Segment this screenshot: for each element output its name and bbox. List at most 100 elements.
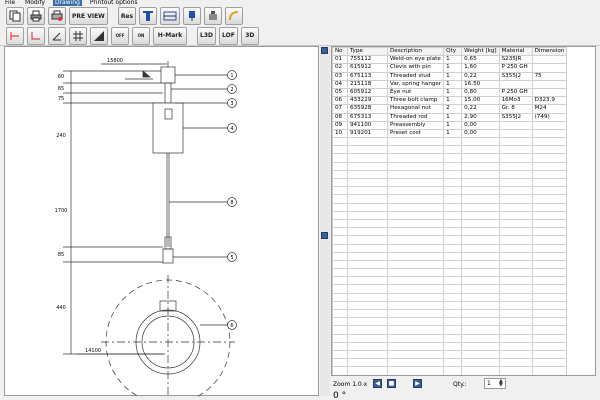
panel-splitter[interactable] [320, 46, 330, 396]
table-row[interactable]: 02 615912 Clevis with pin 1 1,60 P 250 GH [332, 63, 568, 73]
dimension-button[interactable] [160, 7, 181, 25]
empty-cell [443, 251, 463, 261]
col-weight[interactable]: Weight [kg] [461, 47, 500, 57]
table-cell: Hexagonal nut [386, 104, 445, 114]
draw-bend-button[interactable] [27, 26, 45, 45]
table-cell: 1 [443, 79, 463, 89]
qty-spinner[interactable]: ▲ ▼ [499, 379, 505, 388]
empty-cell [332, 169, 348, 180]
table-row[interactable]: 03 675113 Threaded stud 1 0,22 S355J2 75 [332, 71, 568, 81]
dim-text-6: 85 [58, 252, 64, 258]
table-cell: S355J2 [498, 71, 533, 81]
empty-cell [498, 308, 533, 319]
empty-cell [332, 276, 348, 286]
zoom-prev-button[interactable]: ◀ [373, 379, 382, 388]
3d-button[interactable]: 3D [240, 26, 259, 45]
empty-table-row [332, 218, 568, 229]
zoom-next-button[interactable]: ▶ [413, 379, 422, 388]
empty-cell [386, 341, 445, 351]
collapse-right-button[interactable] [321, 232, 328, 239]
draw-angle-button[interactable] [48, 26, 66, 45]
drawing-canvas[interactable]: 15800 60 65 75 240 1700 85 440 14100 1 2… [4, 46, 319, 400]
empty-cell [498, 300, 533, 311]
table-cell [531, 120, 568, 130]
empty-cell [498, 333, 533, 343]
empty-cell [347, 169, 388, 180]
table-row[interactable]: 05 605912 Eye nut 1 0,80 P 250 GH [332, 87, 568, 98]
table-row[interactable]: 10 919201 Preset cost 1 0,00 [332, 128, 568, 139]
copy-button[interactable] [6, 7, 24, 25]
print-button[interactable] [27, 7, 45, 25]
print-settings-button[interactable] [48, 7, 66, 25]
table-row[interactable]: 07 635928 Hexagonal nut 2 0,22 Gr. 8 M24 [332, 104, 568, 114]
col-dimension[interactable]: Dimension [531, 47, 568, 57]
collapse-left-button[interactable] [321, 47, 328, 54]
empty-cell [461, 251, 500, 261]
empty-cell [531, 194, 568, 204]
empty-table-row [332, 358, 568, 368]
angle-icon [52, 32, 61, 40]
empty-cell [461, 227, 500, 237]
table-cell: 16Mo3 [498, 96, 533, 106]
col-material[interactable]: Material [498, 47, 533, 57]
empty-cell [531, 218, 568, 229]
l3d-button[interactable]: L3D [197, 26, 216, 45]
empty-cell [443, 268, 463, 278]
empty-cell [498, 137, 533, 147]
preview-button[interactable]: PRE VIEW [69, 7, 108, 25]
hanger-drawing: 15800 60 65 75 240 1700 85 440 14100 1 2… [55, 58, 237, 400]
col-description[interactable]: Description [386, 47, 445, 57]
empty-cell [531, 284, 568, 294]
empty-cell [498, 284, 533, 294]
table-cell: 2,90 [461, 112, 500, 122]
printer-settings-icon [51, 10, 63, 21]
table-row[interactable]: 06 433229 Three bolt clamp 1 15,00 16Mo3 D323,… [332, 96, 568, 106]
table-row[interactable]: 01 755112 Weld-on eye plate 1 0,65 S235JR [332, 55, 568, 65]
dim-text-5: 1700 [55, 208, 68, 214]
table-header-row: No Type Description Qty Weight [kg] Mate… [332, 47, 568, 57]
empty-table-row [332, 259, 568, 270]
empty-cell [443, 366, 463, 375]
empty-cell [461, 276, 500, 286]
dimension-off-button[interactable]: OFF [111, 26, 129, 45]
table-row[interactable]: 08 675313 Threaded rod 1 2,90 S355J2 (749) [332, 112, 568, 122]
assembly-button[interactable] [204, 7, 223, 25]
balloon-2: 2 [230, 87, 233, 93]
col-no[interactable]: No [332, 47, 348, 57]
grid-button[interactable] [69, 26, 87, 45]
empty-cell [498, 235, 533, 245]
table-cell: S235JR [498, 55, 533, 65]
lof-button[interactable]: LOF [218, 26, 238, 45]
empty-cell [443, 235, 463, 245]
table-cell: 1 [443, 71, 463, 81]
table-cell: Var. spring hanger [386, 79, 445, 89]
results-button[interactable]: Res [117, 7, 137, 25]
table-row[interactable]: 04 215118 Var. spring hanger 1 16,50 [332, 79, 568, 89]
draw-line-button[interactable] [6, 26, 24, 45]
table-body: 01 755112 Weld-on eye plate 1 0,65 S235JR 02 61… [332, 55, 568, 375]
empty-cell [347, 227, 388, 237]
table-cell [498, 120, 533, 130]
col-type[interactable]: Type [347, 47, 388, 57]
empty-cell [332, 308, 348, 319]
table-cell: 615912 [347, 63, 388, 73]
dimension-on-button[interactable]: ON [132, 26, 150, 45]
empty-cell [443, 259, 463, 270]
table-cell: Preset cost [386, 128, 445, 139]
zoom-reset-button[interactable]: ■ [387, 379, 396, 388]
hanger-icon [189, 11, 196, 21]
help-button[interactable] [225, 7, 244, 25]
empty-cell [498, 177, 533, 188]
empty-cell [332, 145, 348, 155]
table-cell [531, 63, 568, 73]
col-qty[interactable]: Qty [443, 47, 463, 57]
support-type-button[interactable] [139, 7, 158, 25]
empty-cell [531, 333, 568, 343]
hanger-button[interactable] [183, 7, 202, 25]
h-mark-button[interactable]: H-Mark [153, 26, 187, 45]
table-cell: 941100 [347, 120, 388, 130]
empty-cell [332, 317, 348, 327]
fill-button[interactable] [90, 26, 108, 45]
table-row[interactable]: 09 941100 Preassembly 1 0,00 [332, 120, 568, 130]
empty-cell [531, 243, 568, 253]
